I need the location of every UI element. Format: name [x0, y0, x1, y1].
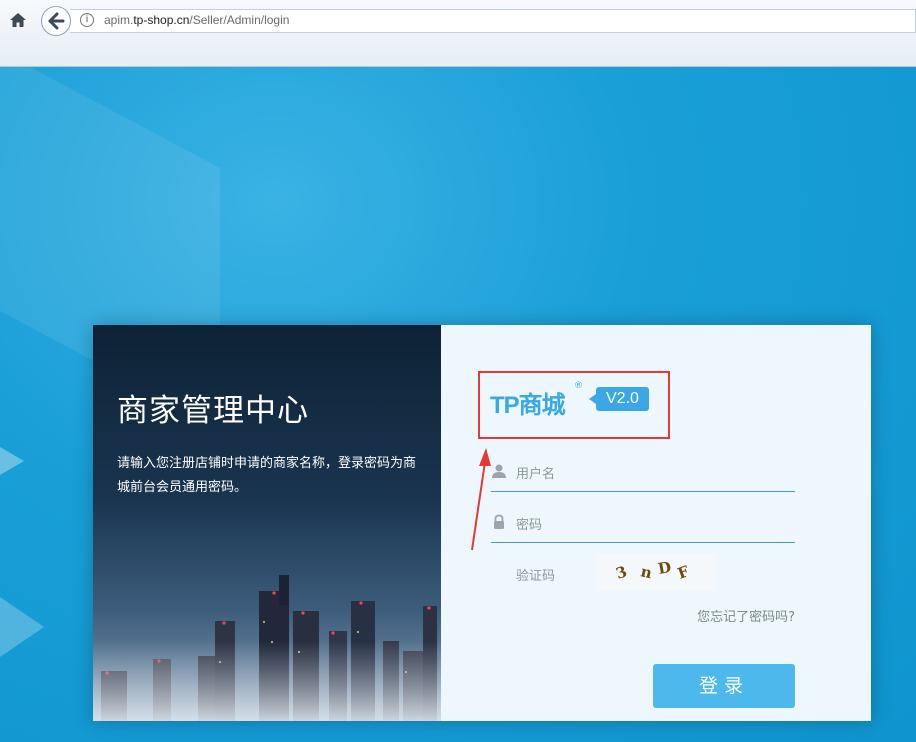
city-skyline-image: [93, 575, 441, 721]
back-button[interactable]: [41, 6, 71, 36]
username-placeholder: 用户名: [516, 467, 556, 482]
version-badge: V2.0: [589, 387, 649, 411]
panel-description: 请输入您注册店铺时申请的商家名称，登录密码为商城前台会员通用密码。: [117, 456, 417, 495]
login-button[interactable]: 登录: [653, 664, 795, 708]
panel-title: 商家管理中心: [117, 393, 309, 429]
info-icon[interactable]: i: [80, 13, 94, 27]
login-form-panel: TP商城 ® V2.0 用户名 密码 验证码 3 n D F 您忘记了密码吗? …: [441, 325, 871, 721]
password-field[interactable]: 密码: [491, 504, 795, 543]
captcha-char: F: [675, 562, 691, 583]
username-field[interactable]: 用户名: [491, 453, 795, 492]
url-domain: tp-shop.cn: [133, 13, 190, 27]
address-bar[interactable]: i apim.tp-shop.cn/Seller/Admin/login: [70, 9, 916, 33]
password-placeholder: 密码: [516, 518, 543, 533]
captcha-glyphs: 3 n D F: [614, 558, 692, 583]
url-text[interactable]: apim.tp-shop.cn/Seller/Admin/login: [104, 13, 289, 27]
brand-logo: TP商城: [490, 392, 566, 419]
logo-highlight-box: TP商城 ® V2.0: [478, 371, 670, 439]
lock-icon: [494, 514, 504, 529]
captcha-char: 3: [614, 562, 629, 582]
promo-panel: 商家管理中心 请输入您注册店铺时申请的商家名称，登录密码为商城前台会员通用密码。: [93, 325, 441, 721]
captcha-char: n: [639, 562, 654, 582]
captcha-image[interactable]: 3 n D F: [596, 554, 716, 590]
browser-toolbar: i apim.tp-shop.cn/Seller/Admin/login: [0, 0, 916, 67]
background-shape: [0, 447, 24, 475]
home-icon[interactable]: [8, 10, 28, 30]
url-prefix: apim.: [104, 13, 134, 27]
back-icon: [48, 12, 65, 30]
captcha-char: D: [657, 558, 673, 578]
captcha-input[interactable]: 验证码: [516, 565, 555, 584]
url-path: /Seller/Admin/login: [189, 13, 290, 27]
login-card: 商家管理中心 请输入您注册店铺时申请的商家名称，登录密码为商城前台会员通用密码。: [93, 325, 871, 721]
background-shape: [0, 597, 44, 657]
registered-mark: ®: [574, 381, 583, 391]
forgot-password-link[interactable]: 您忘记了密码吗?: [697, 606, 795, 625]
user-icon: [492, 464, 506, 478]
